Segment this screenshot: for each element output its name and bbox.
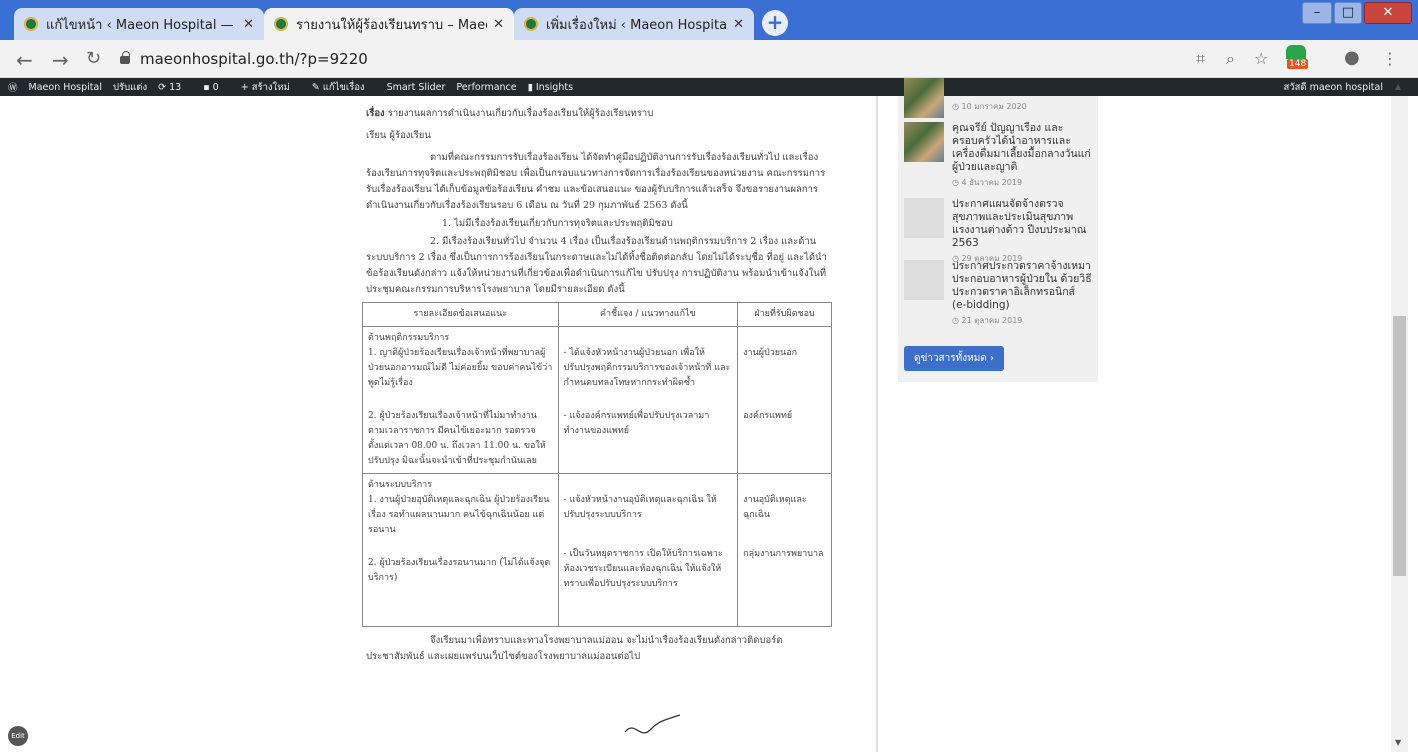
tab-close-icon[interactable]: ✕	[243, 17, 254, 32]
complaint-table: รายละเอียดข้อเสนอแนะ คำชี้แจง / แนวทางแก…	[362, 302, 832, 627]
table-row: ด้านพฤติกรรมบริการ 1. ญาติผู้ป่วยร้องเรี…	[362, 326, 832, 474]
profile-icon[interactable]: ●	[1344, 47, 1360, 68]
document-closing: จึงเรียนมาเพื่อทราบและทางโรงพยาบาลแม่ออน…	[366, 635, 783, 662]
extension-badge: 148	[1287, 59, 1309, 69]
post-title: ประกาศแผนจัดจ้างตรวจสุขภาพและประเมินสุขภ…	[952, 198, 1087, 249]
admin-insights[interactable]: ▮ Insights	[528, 82, 584, 93]
admin-site-name[interactable]: Maeon Hospital	[29, 82, 102, 93]
admin-comments[interactable]: ▪ 0	[203, 82, 230, 93]
browser-tab-report[interactable]: รายงานให้ผู้ร้องเรียนทราบ – Maeon ✕	[264, 8, 514, 40]
admin-greeting[interactable]: สวัสดี maeon hospital	[1283, 80, 1383, 95]
back-arrow-icon[interactable]: ←	[16, 48, 33, 72]
table-cell: องค์กรแพทย์	[743, 411, 793, 421]
close-window-button[interactable]: ✕	[1364, 2, 1412, 24]
table-cell: 2. ผู้ป่วยร้องเรียนเรื่องเจ้าหน้าที่ไม่ม…	[368, 411, 546, 466]
post-title: ประกาศประกวดราคาจ้างเหมาประกอบอาหารผู้ป่…	[952, 260, 1092, 311]
table-cell: - แจ้งองค์กรแพทย์เพื่อปรับปรุงเวลามาทำงา…	[563, 411, 710, 436]
tab-close-icon[interactable]: ✕	[493, 17, 504, 32]
table-header: ฝ่ายที่รับผิดชอบ	[737, 302, 832, 327]
tab-strip: แก้ไขหน้า ‹ Maeon Hospital — W ✕ รายงานใ…	[0, 0, 1418, 40]
post-thumbnail	[904, 198, 944, 238]
document-image: เรื่อง รายงานผลการดำเนินงานเกี่ยวกับเรื่…	[362, 106, 832, 667]
document-paragraph: ตามที่คณะกรรมการรับเรื่องร้องเรียน ได้จั…	[366, 152, 826, 211]
table-section-label: ด้านระบบบริการ	[368, 480, 433, 490]
wp-admin-bar: Ⓦ Maeon Hospital ปรับแต่ง ⟳ 13 ▪ 0 + สร้…	[0, 78, 1418, 96]
table-cell: 2. ผู้ป่วยร้องเรียนเรื่องรอนานมาก (ไม่ได…	[368, 558, 551, 583]
table-cell: กลุ่มงานการพยาบาล	[743, 549, 824, 559]
bookmark-star-icon[interactable]: ☆	[1254, 49, 1268, 68]
post-thumbnail	[904, 260, 944, 300]
admin-performance[interactable]: Performance	[456, 82, 516, 93]
address-bar[interactable]: maeonhospital.go.th/?p=9220	[120, 46, 1170, 72]
table-section-label: ด้านพฤติกรรมบริการ	[368, 333, 450, 343]
table-row: ด้านระบบบริการ 1. งานผู้ป่วยอุบัติเหตุแล…	[362, 473, 832, 627]
admin-smart-slider[interactable]: Smart Slider	[387, 82, 446, 93]
tab-title: รายงานให้ผู้ร้องเรียนทราบ – Maeon	[296, 17, 488, 33]
post-date: ◷ 10 มกราคม 2020	[952, 102, 1027, 111]
post-date: ◷ 4 ธันวาคม 2019	[952, 178, 1023, 187]
signature-mark	[624, 714, 681, 734]
browser-tab-new-post[interactable]: เพิ่มเรื่องใหม่ ‹ Maeon Hospital — ✕	[514, 8, 754, 40]
scrollbar-thumb[interactable]	[1393, 316, 1406, 576]
table-cell: - เป็นวันหยุดราชการ เปิดให้บริการเฉพาะห้…	[563, 549, 723, 589]
extension-icon[interactable]: 148	[1286, 45, 1310, 71]
zoom-icon[interactable]: ⌕	[1226, 49, 1235, 69]
sidebar-post[interactable]: ◷ 10 มกราคม 2020	[904, 78, 1092, 118]
sidebar-post[interactable]: ประกาศประกวดราคาจ้างเหมาประกอบอาหารผู้ป่…	[904, 260, 1092, 327]
table-cell: งานอุบัติเหตุและฉุกเฉิน	[743, 495, 807, 520]
table-cell: - แจ้งหัวหน้างานอุบัติเหตุและฉุกเฉิน ให้…	[563, 495, 717, 520]
table-cell: 1. ญาติผู้ป่วยร้องเรียนเรื่องเจ้าหน้าที่…	[368, 348, 553, 388]
document-subject: เรื่อง รายงานผลการดำเนินงานเกี่ยวกับเรื่…	[366, 108, 654, 119]
scroll-down-arrow-icon[interactable]: ▼	[1395, 738, 1401, 747]
admin-new[interactable]: + สร้างใหม่	[241, 80, 301, 95]
page-scrollbar[interactable]: ▲ ▼	[1391, 82, 1408, 752]
browser-tab-edit-page[interactable]: แก้ไขหน้า ‹ Maeon Hospital — W ✕	[14, 8, 264, 40]
table-cell: งานผู้ป่วยนอก	[743, 348, 798, 358]
reload-icon[interactable]: ↻	[86, 48, 101, 69]
post-title: คุณจรีย์ ปัญญาเรือง และครอบครัวได้นำอาหา…	[952, 122, 1091, 173]
forward-arrow-icon[interactable]: →	[52, 48, 69, 72]
scroll-up-arrow-icon[interactable]: ▲	[1395, 82, 1401, 91]
tab-close-icon[interactable]: ✕	[733, 17, 744, 32]
sidebar-post[interactable]: คุณจรีย์ ปัญญาเรือง และครอบครัวได้นำอาหา…	[904, 122, 1092, 189]
news-sidebar: ◷ 10 มกราคม 2020 คุณจรีย์ ปัญญาเรือง และ…	[898, 78, 1098, 382]
lock-icon	[120, 51, 130, 64]
new-tab-button[interactable]: +	[762, 10, 788, 36]
admin-edit-post[interactable]: ✎ แก้ไขเรื่อง	[312, 80, 376, 95]
url-text: maeonhospital.go.th/?p=9220	[140, 50, 368, 68]
translate-icon[interactable]: ⌗	[1196, 49, 1205, 69]
admin-customize[interactable]: ปรับแต่ง	[113, 80, 147, 95]
page-content: เรื่อง รายงานผลการดำเนินงานเกี่ยวกับเรื่…	[0, 78, 1418, 752]
admin-updates[interactable]: ⟳ 13	[158, 82, 192, 93]
document-item-1: 1. ไม่มีเรื่องร้องเรียนเกี่ยวกับการทุจริ…	[442, 218, 673, 229]
table-header: คำชี้แจง / แนวทางแก้ไข	[557, 302, 739, 327]
table-cell: 1. งานผู้ป่วยอุบัติเหตุและฉุกเฉิน ผู้ป่ว…	[368, 495, 550, 535]
document-salutation: เรียน ผู้ร้องเรียน	[366, 130, 431, 141]
site-favicon-icon	[24, 17, 38, 31]
site-favicon-icon	[274, 17, 288, 31]
table-cell: - ได้แจ้งหัวหน้างานผู้ป่วยนอก เพื่อให้ปร…	[563, 348, 731, 388]
table-header: รายละเอียดข้อเสนอแนะ	[362, 302, 559, 327]
document-item-2: 2. มีเรื่องร้องเรียนทั่วไป จำนวน 4 เรื่อ…	[366, 236, 827, 295]
tab-title: เพิ่มเรื่องใหม่ ‹ Maeon Hospital —	[546, 17, 728, 33]
wordpress-logo-icon[interactable]: Ⓦ	[8, 80, 18, 94]
maximize-button[interactable]: □	[1334, 2, 1362, 24]
column-divider	[876, 96, 878, 752]
post-thumbnail	[904, 122, 944, 162]
minimize-button[interactable]: –	[1302, 2, 1332, 24]
all-news-button[interactable]: ดูข่าวสารทั้งหมด ›	[904, 346, 1004, 371]
site-favicon-icon	[524, 17, 538, 31]
menu-kebab-icon[interactable]: ⋮	[1382, 49, 1398, 68]
edit-bubble[interactable]: Edit	[8, 726, 28, 746]
tab-title: แก้ไขหน้า ‹ Maeon Hospital — W	[46, 17, 238, 33]
post-thumbnail	[904, 78, 944, 118]
post-date: ◷ 21 ตุลาคม 2019	[952, 316, 1023, 325]
sidebar-post[interactable]: ประกาศแผนจัดจ้างตรวจสุขภาพและประเมินสุขภ…	[904, 198, 1092, 265]
browser-toolbar: ← → ↻ maeonhospital.go.th/?p=9220 ⌗ ⌕ ☆ …	[0, 40, 1418, 78]
